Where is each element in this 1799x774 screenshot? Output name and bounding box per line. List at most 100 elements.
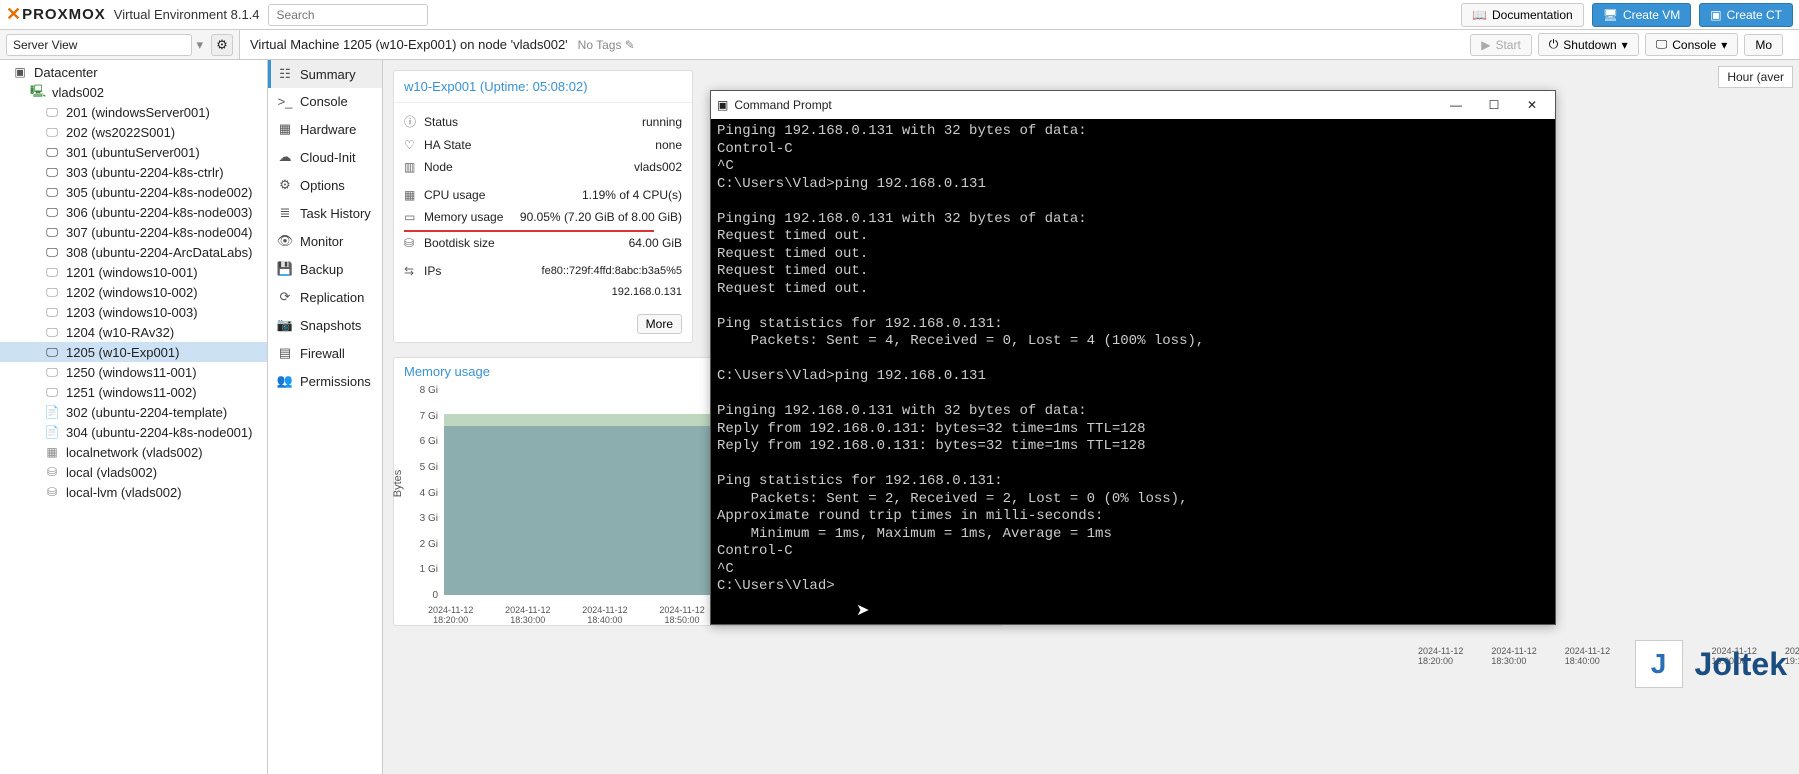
- nav-replication[interactable]: ⟳Replication: [268, 283, 382, 311]
- tree-vm-1[interactable]: 🖵202 (ws2022S001): [0, 122, 267, 142]
- nav-snapshots[interactable]: 📷Snapshots: [268, 311, 382, 339]
- nav-label: Console: [300, 94, 348, 109]
- nav-firewall[interactable]: ▤Firewall: [268, 339, 382, 367]
- tree-vm-19[interactable]: ⛁ local-lvm (vlads002): [0, 482, 267, 502]
- tree-label: 302 (ubuntu-2204-template): [66, 405, 227, 420]
- nav-backup[interactable]: 💾Backup: [268, 255, 382, 283]
- ve-label: Virtual Environment 8.1.4: [114, 7, 260, 22]
- cpu-value: 1.19% of 4 CPU(s): [582, 188, 682, 202]
- docs-button[interactable]: 📖 Documentation: [1461, 3, 1584, 27]
- vm-icon: 🖵: [44, 244, 60, 260]
- nav-icon: 📷: [278, 317, 292, 333]
- tree-label: 305 (ubuntu-2204-k8s-node002): [66, 185, 252, 200]
- tree-vm-6[interactable]: 🖵307 (ubuntu-2204-k8s-node004): [0, 222, 267, 242]
- console-button[interactable]: 🖵 Console ▾: [1645, 33, 1739, 56]
- breadcrumb-row: Virtual Machine 1205 (w10-Exp001) on nod…: [240, 30, 1799, 59]
- tree-vm-5[interactable]: 🖵306 (ubuntu-2204-k8s-node003): [0, 202, 267, 222]
- tree-node[interactable]: 🖳 vlads002: [0, 82, 267, 102]
- brand-watermark: J Joltek: [1635, 640, 1787, 688]
- node-label: Node: [424, 160, 453, 174]
- more-ips-button[interactable]: More: [637, 314, 682, 334]
- logo: ✕ PROXMOX: [6, 4, 106, 25]
- tree-vm-14[interactable]: 🖵1251 (windows11-002): [0, 382, 267, 402]
- node-value: vlads002: [634, 160, 682, 174]
- tree-vm-8[interactable]: 🖵1201 (windows10-001): [0, 262, 267, 282]
- tree-vm-13[interactable]: 🖵1250 (windows11-001): [0, 362, 267, 382]
- tree-label: 1250 (windows11-001): [66, 365, 197, 380]
- vm-icon: 🖵: [44, 284, 60, 300]
- tree-vm-7[interactable]: 🖵308 (ubuntu-2204-ArcDataLabs): [0, 242, 267, 262]
- start-button[interactable]: ▶ Start: [1470, 34, 1532, 56]
- close-icon[interactable]: ✕: [1515, 94, 1549, 116]
- tree-label: local (vlads002): [66, 465, 157, 480]
- nav-label: Backup: [300, 262, 343, 277]
- vm-icon: 🖵: [44, 164, 60, 180]
- maximize-icon[interactable]: ☐: [1477, 94, 1511, 116]
- serverview-selector[interactable]: Server View ▾ ⚙: [0, 30, 240, 59]
- nav-console[interactable]: >_Console: [268, 88, 382, 115]
- minimize-icon[interactable]: ―: [1439, 94, 1473, 116]
- tree-label: localnetwork (vlads002): [66, 445, 203, 460]
- ips-label: IPs: [424, 264, 441, 278]
- gear-icon[interactable]: ⚙: [211, 34, 233, 56]
- tree-sidebar[interactable]: ▣ Datacenter 🖳 vlads002 🖵201 (windowsSer…: [0, 60, 268, 774]
- nav-cloud-init[interactable]: ☁ Cloud-Init: [268, 143, 382, 171]
- cmd-body[interactable]: Pinging 192.168.0.131 with 32 bytes of d…: [711, 119, 1555, 624]
- cmd-titlebar[interactable]: ▣ Command Prompt ― ☐ ✕: [711, 91, 1555, 119]
- vm-icon: ⛁: [44, 484, 60, 500]
- tree-vm-3[interactable]: 🖵303 (ubuntu-2204-k8s-ctrlr): [0, 162, 267, 182]
- tree-vm-15[interactable]: 📄302 (ubuntu-2204-template): [0, 402, 267, 422]
- tree-label: 301 (ubuntuServer001): [66, 145, 200, 160]
- mem-label: Memory usage: [424, 210, 503, 224]
- nav-label: Hardware: [300, 122, 356, 137]
- nav-task-history[interactable]: ≣ Task History: [268, 199, 382, 227]
- nav-permissions[interactable]: 👥Permissions: [268, 367, 382, 395]
- nav-monitor[interactable]: 👁Monitor: [268, 227, 382, 255]
- cmd-icon: ▣: [717, 98, 728, 112]
- nav-icon: ≣: [278, 205, 292, 221]
- tree-vm-11[interactable]: 🖵1204 (w10-RAv32): [0, 322, 267, 342]
- create-ct-button[interactable]: ▣ Create CT: [1699, 3, 1793, 27]
- timerange-selector[interactable]: Hour (aver: [1718, 66, 1793, 88]
- vm-icon: 🖵: [44, 264, 60, 280]
- tree-label: local-lvm (vlads002): [66, 485, 182, 500]
- create-ct-label: Create CT: [1727, 8, 1782, 22]
- tree-vm-4[interactable]: 🖵305 (ubuntu-2204-k8s-node002): [0, 182, 267, 202]
- nav-icon: ☁: [278, 149, 292, 165]
- nav-icon: ⚙: [278, 177, 292, 193]
- tree-label: 304 (ubuntu-2204-k8s-node001): [66, 425, 252, 440]
- status-value: running: [642, 115, 682, 129]
- tree-label: vlads002: [52, 85, 104, 100]
- tree-vm-9[interactable]: 🖵1202 (windows10-002): [0, 282, 267, 302]
- nav-label: Cloud-Init: [300, 150, 356, 165]
- tree-vm-16[interactable]: 📄 304 (ubuntu-2204-k8s-node001): [0, 422, 267, 442]
- disk-label: Bootdisk size: [424, 236, 495, 250]
- tree-label: Datacenter: [34, 65, 98, 80]
- nav-summary[interactable]: ☷Summary: [268, 60, 382, 88]
- vm-icon: 🖵: [44, 144, 60, 160]
- vm-icon: 📄: [44, 424, 60, 440]
- tree-vm-18[interactable]: ⛁local (vlads002): [0, 462, 267, 482]
- search-input[interactable]: [268, 4, 428, 26]
- tree-vm-12[interactable]: 🖵1205 (w10-Exp001): [0, 342, 267, 362]
- cmd-window[interactable]: ▣ Command Prompt ― ☐ ✕ Pinging 192.168.0…: [710, 90, 1556, 625]
- tree-datacenter[interactable]: ▣ Datacenter: [0, 62, 267, 82]
- logo-icon: ✕: [6, 4, 20, 25]
- tree-vm-17[interactable]: ▦localnetwork (vlads002): [0, 442, 267, 462]
- more-button[interactable]: Mo: [1744, 34, 1783, 56]
- nav-icon: ☷: [278, 66, 292, 82]
- summary-panel: w10-Exp001 (Uptime: 05:08:02) ⓘStatusrun…: [393, 70, 693, 343]
- tree-vm-10[interactable]: 🖵1203 (windows10-003): [0, 302, 267, 322]
- vm-icon: 🖵: [44, 124, 60, 140]
- create-vm-button[interactable]: 🖥 Create VM: [1592, 3, 1692, 27]
- nav-label: Task History: [300, 206, 371, 221]
- tree-vm-2[interactable]: 🖵 301 (ubuntuServer001): [0, 142, 267, 162]
- nav-icon: 👥: [278, 373, 292, 389]
- breadcrumb: Virtual Machine 1205 (w10-Exp001) on nod…: [250, 37, 568, 52]
- nav-options[interactable]: ⚙Options: [268, 171, 382, 199]
- nav-hardware[interactable]: ▦Hardware: [268, 115, 382, 143]
- tree-vm-0[interactable]: 🖵201 (windowsServer001): [0, 102, 267, 122]
- nav-label: Monitor: [300, 234, 343, 249]
- ip6-value: fe80::729f:4ffd:8abc:b3a5%5: [542, 265, 682, 277]
- shutdown-button[interactable]: ⏻ Shutdown ▾: [1538, 33, 1639, 56]
